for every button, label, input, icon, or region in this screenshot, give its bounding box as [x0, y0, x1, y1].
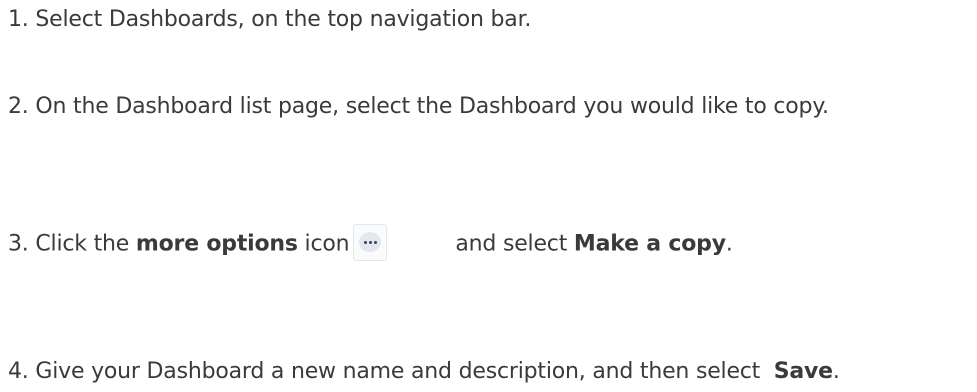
step-3: 3. Click the more options icon and select…: [8, 224, 733, 263]
step-4: 4. Give your Dashboard a new name and de…: [8, 358, 840, 386]
step-2-text: 2. On the Dashboard list page, select th…: [8, 94, 829, 119]
step-3-after-icon: and select: [455, 231, 574, 257]
step-3-more-options-term: more options: [135, 231, 298, 257]
step-3-prefix: 3. Click the: [8, 231, 136, 257]
step-3-make-a-copy-term: Make a copy: [573, 231, 726, 257]
step-3-mid: icon: [297, 231, 350, 257]
ellipsis-icon: [359, 232, 382, 252]
step-4-prefix: 4. Give your Dashboard a new name and de…: [8, 359, 774, 384]
step-3-end: .: [725, 231, 733, 257]
step-2: 2. On the Dashboard list page, select th…: [8, 93, 829, 121]
step-1: 1. Select Dashboards, on the top navigat…: [8, 6, 531, 34]
step-4-end: .: [832, 359, 840, 384]
step-1-text: 1. Select Dashboards, on the top navigat…: [8, 7, 532, 32]
more-options-icon: [353, 224, 388, 261]
step-4-save-term: Save: [773, 359, 833, 384]
